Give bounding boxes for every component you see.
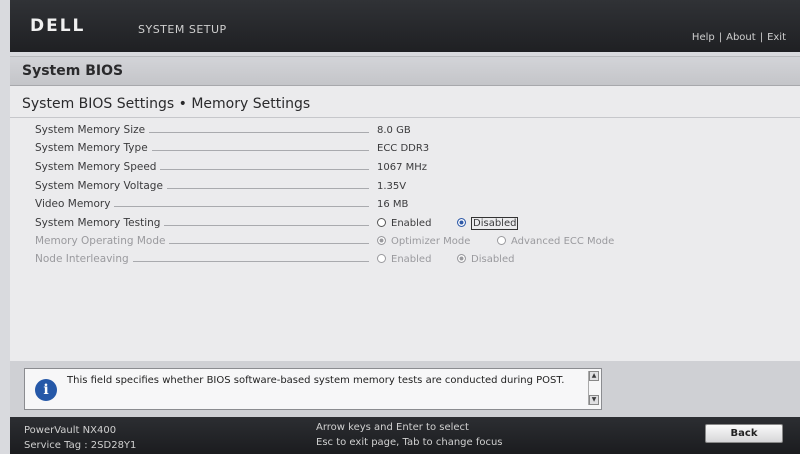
option-label: Advanced ECC Mode (511, 236, 615, 247)
setting-row-memory-operating-mode: Memory Operating Mode Optimizer Mode Adv… (35, 235, 795, 251)
radio-advanced-ecc-mode: Advanced ECC Mode (497, 236, 614, 247)
panel-title: System BIOS (22, 63, 124, 79)
back-button[interactable]: Back (705, 424, 783, 443)
setting-label: Memory Operating Mode (35, 235, 170, 247)
radio-optimizer-mode: Optimizer Mode (377, 236, 470, 247)
exit-link[interactable]: Exit (767, 32, 786, 43)
option-label: Optimizer Mode (391, 236, 471, 247)
about-link[interactable]: About (726, 32, 756, 43)
setting-row-memory-voltage: System Memory Voltage 1.35V (35, 180, 795, 196)
setting-label: System Memory Voltage (35, 180, 167, 192)
setting-row-memory-speed: System Memory Speed 1067 MHz (35, 161, 795, 177)
footer-bar: PowerVault NX400 Service Tag : 2SD28Y1 A… (10, 417, 800, 454)
panel-header: System BIOS (10, 57, 800, 86)
setting-label: System Memory Size (35, 124, 150, 136)
divider (10, 117, 800, 118)
radio-selected-icon (457, 218, 466, 227)
setting-row-memory-testing: System Memory Testing Enabled Disabled (35, 217, 795, 233)
setting-row-memory-type: System Memory Type ECC DDR3 (35, 142, 795, 158)
radio-unselected-icon (497, 236, 506, 245)
radio-memory-testing-enabled[interactable]: Enabled (377, 218, 431, 229)
radio-unselected-icon (377, 218, 386, 227)
help-text: This field specifies whether BIOS softwa… (67, 375, 565, 386)
radio-node-interleaving-disabled: Disabled (457, 254, 514, 265)
navigation-hint: Arrow keys and Enter to select (316, 422, 469, 433)
scroll-down-icon[interactable]: ▼ (589, 395, 599, 405)
header-links: Help | About | Exit (692, 32, 786, 43)
option-label: Enabled (391, 254, 432, 265)
setting-label: Video Memory (35, 198, 115, 210)
top-bar: DELL SYSTEM SETUP Help | About | Exit (10, 0, 800, 52)
setting-value: ECC DDR3 (377, 143, 430, 154)
radio-selected-icon (377, 236, 386, 245)
help-area: i This field specifies whether BIOS soft… (10, 361, 800, 417)
setting-label: Node Interleaving (35, 253, 133, 265)
option-label: Enabled (391, 218, 432, 229)
setting-label: System Memory Speed (35, 161, 161, 173)
option-label: Disabled (471, 254, 515, 265)
dell-logo: DELL (30, 16, 86, 36)
option-label: Disabled (471, 217, 519, 230)
help-link[interactable]: Help (692, 32, 715, 43)
setting-value: 1067 MHz (377, 162, 428, 173)
setting-value: 16 MB (377, 199, 409, 210)
setting-label: System Memory Type (35, 142, 152, 154)
help-box: i This field specifies whether BIOS soft… (24, 368, 602, 410)
radio-node-interleaving-enabled: Enabled (377, 254, 431, 265)
setting-label: System Memory Testing (35, 217, 165, 229)
setting-value: 8.0 GB (377, 125, 411, 136)
model-name: PowerVault NX400 (24, 425, 117, 436)
link-separator: | (718, 32, 723, 43)
radio-memory-testing-disabled[interactable]: Disabled (457, 217, 519, 230)
settings-panel: System BIOS System BIOS Settings • Memor… (10, 56, 800, 362)
link-separator: | (759, 32, 764, 43)
scroll-up-icon[interactable]: ▲ (589, 371, 599, 381)
app-title: SYSTEM SETUP (138, 23, 227, 36)
help-scrollbar[interactable]: ▲ ▼ (588, 371, 599, 405)
setting-row-memory-size: System Memory Size 8.0 GB (35, 124, 795, 140)
navigation-hint: Esc to exit page, Tab to change focus (316, 437, 503, 448)
setting-row-node-interleaving: Node Interleaving Enabled Disabled (35, 253, 795, 269)
radio-selected-icon (457, 254, 466, 263)
info-icon: i (35, 379, 57, 401)
service-tag: Service Tag : 2SD28Y1 (24, 440, 137, 451)
setting-row-video-memory: Video Memory 16 MB (35, 198, 795, 214)
radio-unselected-icon (377, 254, 386, 263)
setting-value: 1.35V (377, 181, 407, 192)
page-heading: System BIOS Settings • Memory Settings (22, 96, 311, 112)
